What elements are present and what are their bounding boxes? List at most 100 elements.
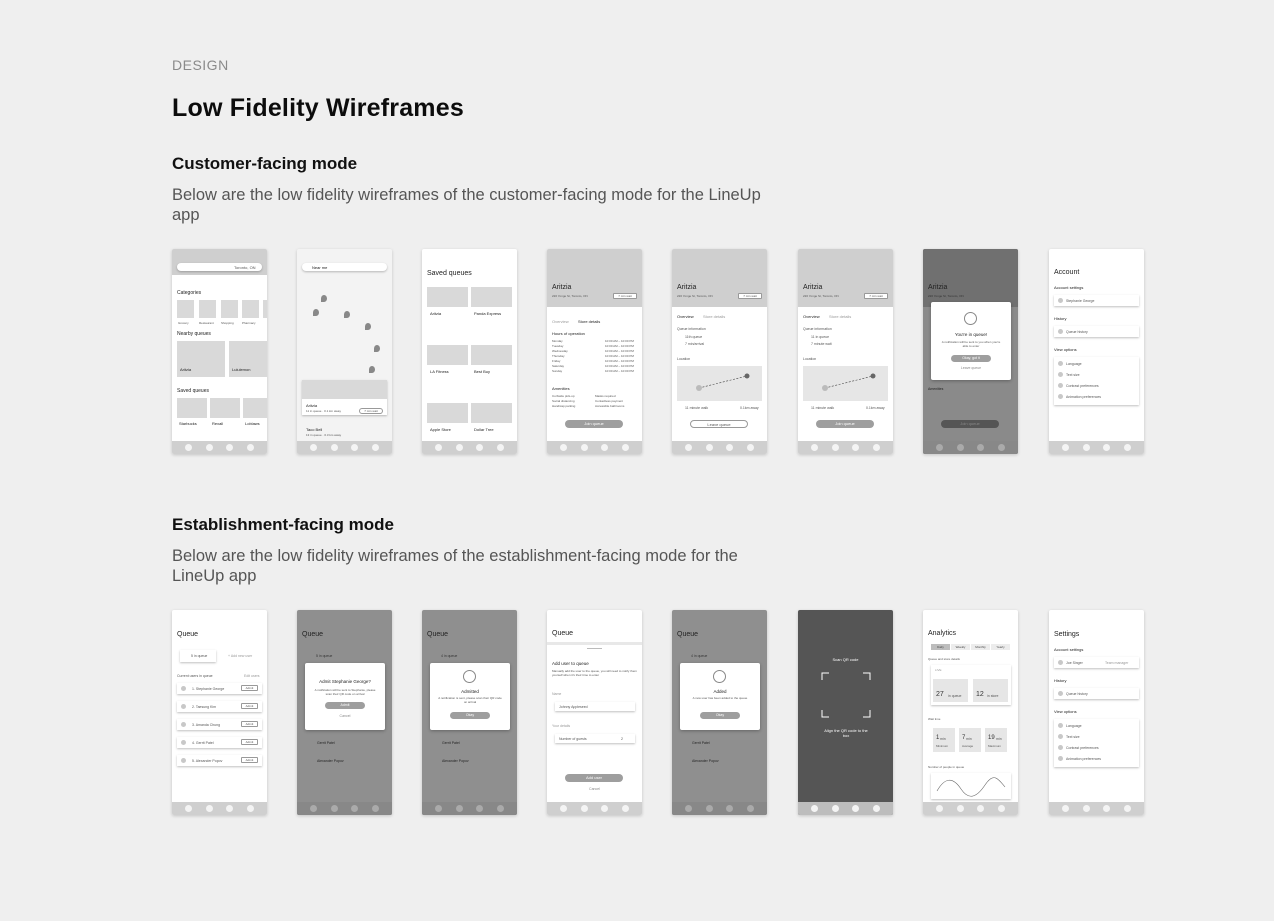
bottom-nav[interactable] <box>422 802 517 815</box>
saved-item[interactable]: Best Buy <box>474 369 490 374</box>
bottom-nav[interactable] <box>172 802 267 815</box>
tab-overview[interactable]: Overview <box>803 314 820 319</box>
option-item[interactable]: Text size <box>1066 373 1080 377</box>
admit-button[interactable]: Admit <box>241 757 258 763</box>
saved-item[interactable]: Apple Store <box>430 427 451 432</box>
admit-button[interactable]: Admit <box>241 703 258 709</box>
option-item[interactable]: Contrast preferences <box>1066 384 1099 388</box>
establishment-description: Below are the low fidelity wireframes of… <box>172 547 738 585</box>
bottom-nav[interactable] <box>1049 441 1144 454</box>
bottom-nav[interactable] <box>547 802 642 815</box>
bottom-nav[interactable] <box>297 441 392 454</box>
admit-button[interactable]: Admit <box>241 721 258 727</box>
join-queue-button[interactable]: Join queue <box>565 420 623 428</box>
queue-count: 4 in queue <box>441 654 458 658</box>
bottom-nav[interactable] <box>672 802 767 815</box>
wireframe-scan-qr[interactable]: Scan QR code Align the QR code to the bo… <box>798 610 893 815</box>
okay-button[interactable]: Okay, got it <box>951 355 991 362</box>
tab-daily[interactable]: Daily <box>931 644 950 650</box>
leave-queue-link[interactable]: Leave queue <box>931 366 1011 370</box>
wireframe-queue-list[interactable]: Queue 5 in queue + Add new user Current … <box>172 610 267 815</box>
saved-item[interactable]: LA Fitness <box>430 369 449 374</box>
in-queue-label: in queue <box>948 694 962 698</box>
tab-store-details[interactable]: Store details <box>829 314 851 319</box>
bottom-nav[interactable] <box>923 441 1018 454</box>
tab-store-details[interactable]: Store details <box>703 314 725 319</box>
tab-yearly[interactable]: Yearly <box>991 644 1010 650</box>
history-label: History <box>1054 316 1067 321</box>
wireframe-settings[interactable]: Settings Account settings Joe Singer Tea… <box>1049 610 1144 815</box>
wireframe-home[interactable]: Toronto, ON Categories Grocery Restauran… <box>172 249 267 454</box>
wireframe-added[interactable]: Queue 4 in queue Added A new user has be… <box>672 610 767 815</box>
admit-button[interactable]: Admit <box>241 739 258 745</box>
option-item[interactable]: Animation preferences <box>1066 757 1101 761</box>
wait-value: 1 <box>936 735 940 741</box>
leave-queue-button[interactable]: Leave queue <box>690 420 748 428</box>
cancel-link[interactable]: Cancel <box>305 714 385 718</box>
bottom-nav[interactable] <box>422 441 517 454</box>
option-item[interactable]: Animation preferences <box>1066 395 1101 399</box>
bottom-nav[interactable] <box>798 441 893 454</box>
tab-overview[interactable]: Overview <box>677 314 694 319</box>
account-settings-label: Account settings <box>1054 285 1084 290</box>
check-icon <box>713 670 726 683</box>
wireframe-map[interactable]: Near me Aritzia 11 in queue · 0.1 km awa… <box>297 249 392 454</box>
saved-label: Saved queues <box>177 388 209 394</box>
wireframe-account[interactable]: Account Account settings Stephanie Georg… <box>1049 249 1144 454</box>
info-title: Queue information <box>803 327 832 331</box>
guests-stepper[interactable]: 2 <box>621 737 623 741</box>
admit-button[interactable]: Admit <box>241 685 258 691</box>
wireframe-analytics[interactable]: Analytics Daily Weekly Monthly Yearly Queue… <box>923 610 1018 815</box>
bottom-nav[interactable] <box>297 802 392 815</box>
bottom-nav[interactable] <box>1049 802 1144 815</box>
wait-button[interactable]: 7 min wait <box>359 408 383 414</box>
option-item[interactable]: Text size <box>1066 735 1080 739</box>
add-user-button[interactable]: + Add new user <box>228 654 252 658</box>
join-queue-button[interactable]: Join queue <box>816 420 874 428</box>
cancel-link[interactable]: Cancel <box>547 787 642 791</box>
tab-monthly[interactable]: Monthly <box>971 644 990 650</box>
bottom-nav[interactable] <box>798 802 893 815</box>
in-store-label: in store <box>987 694 999 698</box>
option-item[interactable]: Contrast preferences <box>1066 746 1099 750</box>
wireframe-store-details[interactable]: Aritzia 220 Yonge St, Toronto, ON 7 min … <box>547 249 642 454</box>
saved-item[interactable]: Aritzia <box>430 311 441 316</box>
wireframe-saved-queues[interactable]: Saved queues Aritzia Panda Express LA Fi… <box>422 249 517 454</box>
wireframe-add-user[interactable]: Queue Add user to queue Manually add the… <box>547 610 642 815</box>
store-address: 220 Yonge St, Toronto, ON <box>677 294 713 298</box>
bottom-nav[interactable] <box>547 441 642 454</box>
option-item[interactable]: Language <box>1066 724 1082 728</box>
name-field[interactable]: Johnny Appleseed <box>559 705 588 709</box>
saved-item: Starbucks <box>179 421 197 426</box>
join-queue-button[interactable]: Join queue <box>941 420 999 428</box>
bottom-nav[interactable] <box>672 441 767 454</box>
admit-button[interactable]: Admit <box>325 702 365 709</box>
queue-history-item[interactable]: Queue history <box>1066 330 1088 334</box>
saved-item[interactable]: Dollar Tree <box>474 427 494 432</box>
wireframe-in-queue-modal[interactable]: Aritzia 220 Yonge St, Toronto, ON Amenit… <box>923 249 1018 454</box>
amenities-left: Curbside pick-up Social distancing Handi… <box>552 394 576 408</box>
search-input[interactable]: Near me <box>312 265 327 270</box>
add-user-button[interactable]: Add user <box>565 774 623 782</box>
location-label: Toronto, ON <box>234 265 256 270</box>
wireframe-admitted[interactable]: Queue 4 in queue Admitted A notification… <box>422 610 517 815</box>
wireframe-overview-in-queue[interactable]: Aritzia 220 Yonge St, Toronto, ON 7 min … <box>672 249 767 454</box>
modal-text: A notification will be sent to you when … <box>941 340 1001 348</box>
tab-weekly[interactable]: Weekly <box>951 644 970 650</box>
queue-history-item[interactable]: Queue history <box>1066 692 1088 696</box>
saved-item[interactable]: Panda Express <box>474 311 501 316</box>
wireframe-overview-join[interactable]: Aritzia 220 Yonge St, Toronto, ON 7 min … <box>798 249 893 454</box>
wireframe-admit-modal[interactable]: Queue 5 in queue Admit Stephanie George?… <box>297 610 392 815</box>
screen-title: Saved queues <box>427 270 472 277</box>
customer-wireframes-row: Toronto, ON Categories Grocery Restauran… <box>172 249 1152 455</box>
bottom-nav[interactable] <box>923 802 1018 815</box>
tab-overview[interactable]: Overview <box>552 319 569 324</box>
distance: 0.1km away <box>740 406 759 410</box>
tab-store-details[interactable]: Store details <box>578 319 600 324</box>
bottom-nav[interactable] <box>172 441 267 454</box>
okay-button[interactable]: Okay <box>450 712 490 719</box>
okay-button[interactable]: Okay <box>700 712 740 719</box>
edit-users-link[interactable]: Edit users <box>244 674 260 678</box>
option-item[interactable]: Language <box>1066 362 1082 366</box>
result-name: Aritzia <box>306 403 318 408</box>
